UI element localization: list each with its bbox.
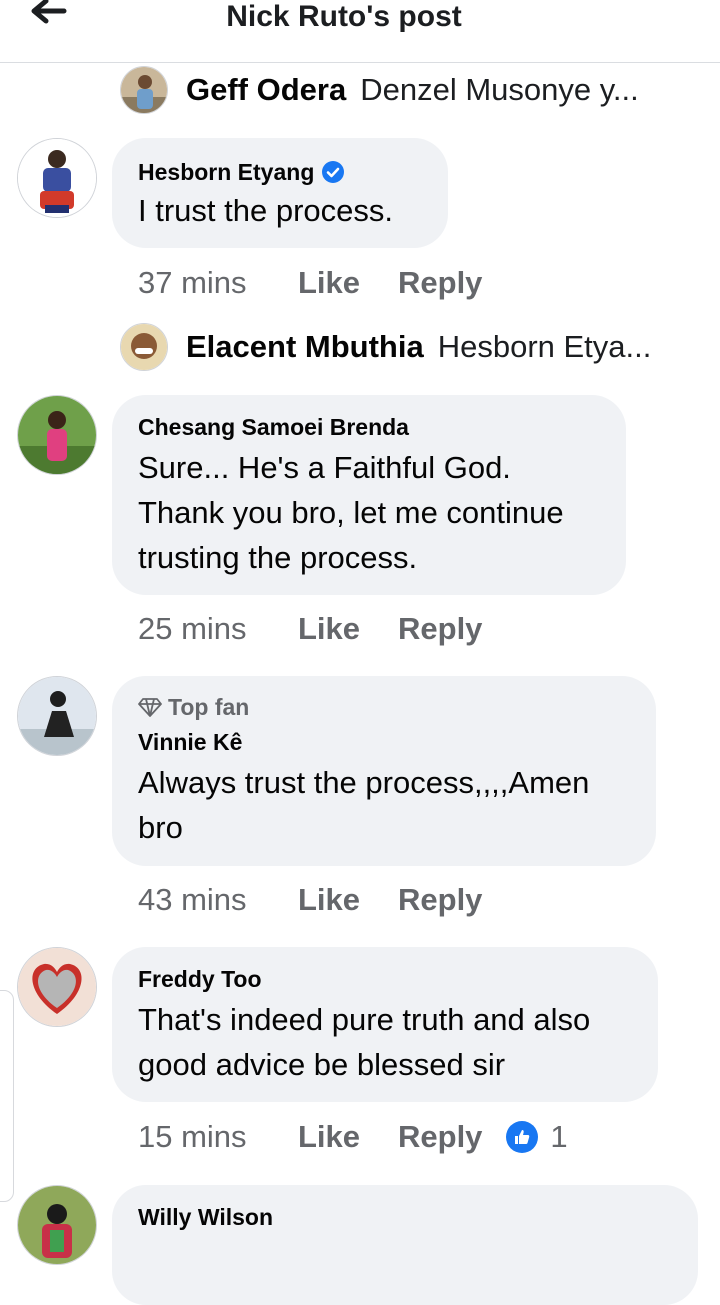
comment-actions: 15 mins Like Reply 1 <box>138 1117 568 1157</box>
top-bar: Nick Ruto's post <box>0 0 720 63</box>
thumbs-up-icon <box>506 1121 539 1153</box>
avatar[interactable] <box>17 1185 97 1265</box>
reaction-summary[interactable]: 1 <box>506 1119 568 1155</box>
commenter-name[interactable]: Freddy Too <box>138 963 262 995</box>
verified-badge-icon <box>322 161 345 183</box>
commenter-name[interactable]: Hesborn Etyang <box>138 156 314 188</box>
comment-text: Sure... He's a Faithful God. <box>138 450 511 485</box>
comment-bubble: Chesang Samoei Brenda Sure... He's a Fai… <box>112 395 626 595</box>
comment-actions: 37 mins Like Reply <box>138 263 482 303</box>
diamond-icon <box>138 698 162 717</box>
reply-preview[interactable]: Geff Odera Denzel Musonye y... <box>120 65 639 115</box>
reply-button[interactable]: Reply <box>398 882 482 918</box>
avatar[interactable] <box>120 66 168 114</box>
reaction-count: 1 <box>550 1119 568 1154</box>
avatar[interactable] <box>17 395 97 475</box>
side-panel-edge <box>0 990 14 1202</box>
avatar[interactable] <box>120 323 168 371</box>
comment-text: I trust the process. <box>138 193 393 228</box>
top-fan-badge: Top fan <box>138 692 249 722</box>
timestamp[interactable]: 15 mins <box>138 1119 298 1155</box>
avatar[interactable] <box>17 138 97 218</box>
page-title: Nick Ruto's post <box>226 0 462 33</box>
comment-text: bro <box>138 810 183 845</box>
comment-text: That's indeed pure truth and also <box>138 1002 591 1037</box>
like-button[interactable]: Like <box>298 265 398 301</box>
comment-text: good advice be blessed sir <box>138 1047 506 1082</box>
comment-text: trusting the process. <box>138 540 418 575</box>
reply-preview[interactable]: Elacent Mbuthia Hesborn Etya... <box>120 322 651 372</box>
comment-actions: 25 mins Like Reply <box>138 609 482 649</box>
commenter-name[interactable]: Vinnie Kê <box>138 726 242 758</box>
commenter-name[interactable]: Willy Wilson <box>138 1201 273 1233</box>
comment-bubble: Willy Wilson <box>112 1185 698 1305</box>
like-button[interactable]: Like <box>298 611 398 647</box>
avatar[interactable] <box>17 676 97 756</box>
comment-bubble: Top fan Vinnie Kê Always trust the proce… <box>112 676 656 866</box>
timestamp[interactable]: 37 mins <box>138 265 298 301</box>
comment-actions: 43 mins Like Reply <box>138 880 482 920</box>
timestamp[interactable]: 25 mins <box>138 611 298 647</box>
avatar[interactable] <box>17 947 97 1027</box>
comment-text: Thank you bro, let me continue <box>138 495 564 530</box>
commenter-name[interactable]: Chesang Samoei Brenda <box>138 411 409 443</box>
reply-button[interactable]: Reply <box>398 611 482 647</box>
commenter-name[interactable]: Elacent Mbuthia <box>186 329 424 365</box>
reply-snippet: Hesborn Etya... <box>437 329 652 364</box>
like-button[interactable]: Like <box>298 882 398 918</box>
timestamp[interactable]: 43 mins <box>138 882 298 918</box>
reply-button[interactable]: Reply <box>398 1119 482 1155</box>
reply-button[interactable]: Reply <box>398 265 482 301</box>
comment-bubble: Freddy Too That's indeed pure truth and … <box>112 947 658 1102</box>
commenter-name[interactable]: Geff Odera <box>186 72 346 108</box>
comment-bubble: Hesborn Etyang I trust the process. <box>112 138 448 248</box>
comment-text: Always trust the process,,,,Amen <box>138 765 590 800</box>
like-button[interactable]: Like <box>298 1119 398 1155</box>
reply-snippet: Denzel Musonye y... <box>360 72 639 107</box>
